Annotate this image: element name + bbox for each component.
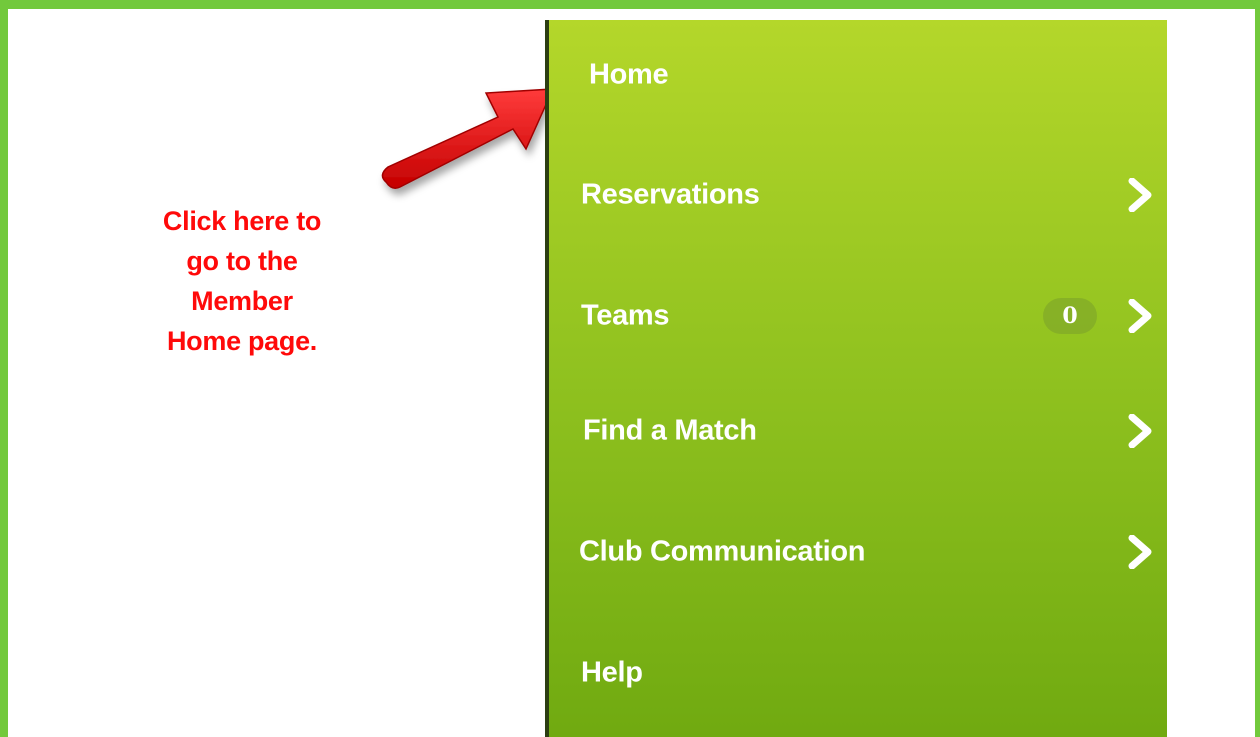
chevron-right-icon (1128, 178, 1152, 212)
menu-item-label: Club Communication (579, 535, 866, 568)
menu-item-label: Find a Match (583, 414, 757, 447)
menu-item-label: Reservations (581, 178, 760, 211)
menu-item-club-communication[interactable]: Club Communication (549, 497, 1167, 607)
menu-item-home[interactable]: Home (549, 20, 1167, 130)
menu-item-reservations[interactable]: Reservations (549, 140, 1167, 250)
menu-item-teams[interactable]: Teams 0 (549, 261, 1167, 371)
chevron-right-icon (1128, 299, 1152, 333)
menu-item-find-a-match[interactable]: Find a Match (549, 376, 1167, 486)
chevron-right-icon (1128, 535, 1152, 569)
menu-item-help[interactable]: Help (549, 618, 1167, 728)
screenshot-frame: Click here to go to the Member Home page… (0, 0, 1260, 737)
teams-count-badge: 0 (1043, 298, 1097, 334)
menu-item-label: Help (581, 656, 643, 689)
chevron-right-icon (1128, 414, 1152, 448)
side-menu: Home Reservations Teams 0 Find a Match C… (545, 20, 1167, 737)
menu-item-label: Teams (581, 299, 670, 332)
annotation-text: Click here to go to the Member Home page… (162, 206, 322, 356)
menu-item-label: Home (589, 58, 669, 91)
